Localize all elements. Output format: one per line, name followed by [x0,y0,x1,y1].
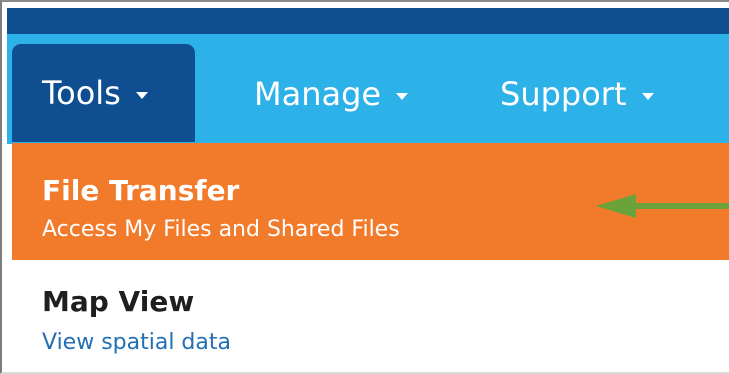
support-menu-button[interactable]: Support [500,46,654,142]
manage-label: Manage [254,75,382,113]
chevron-down-icon [135,91,148,99]
tools-label: Tools [42,74,121,112]
chevron-down-icon [396,92,409,100]
map-view-menu-item[interactable]: Map View View spatial data [12,260,729,372]
file-transfer-title: File Transfer [42,174,240,207]
tools-menu-button[interactable]: Tools [12,44,195,142]
map-view-title: Map View [42,285,195,318]
file-transfer-subtitle: Access My Files and Shared Files [42,217,400,242]
top-strip [7,8,729,34]
arrow-left-icon [596,194,729,218]
support-label: Support [500,75,627,113]
tools-dropdown-menu: File Transfer Access My Files and Shared… [12,143,729,372]
map-view-subtitle: View spatial data [42,330,231,355]
manage-menu-button[interactable]: Manage [254,46,409,142]
chevron-down-icon [641,92,654,100]
